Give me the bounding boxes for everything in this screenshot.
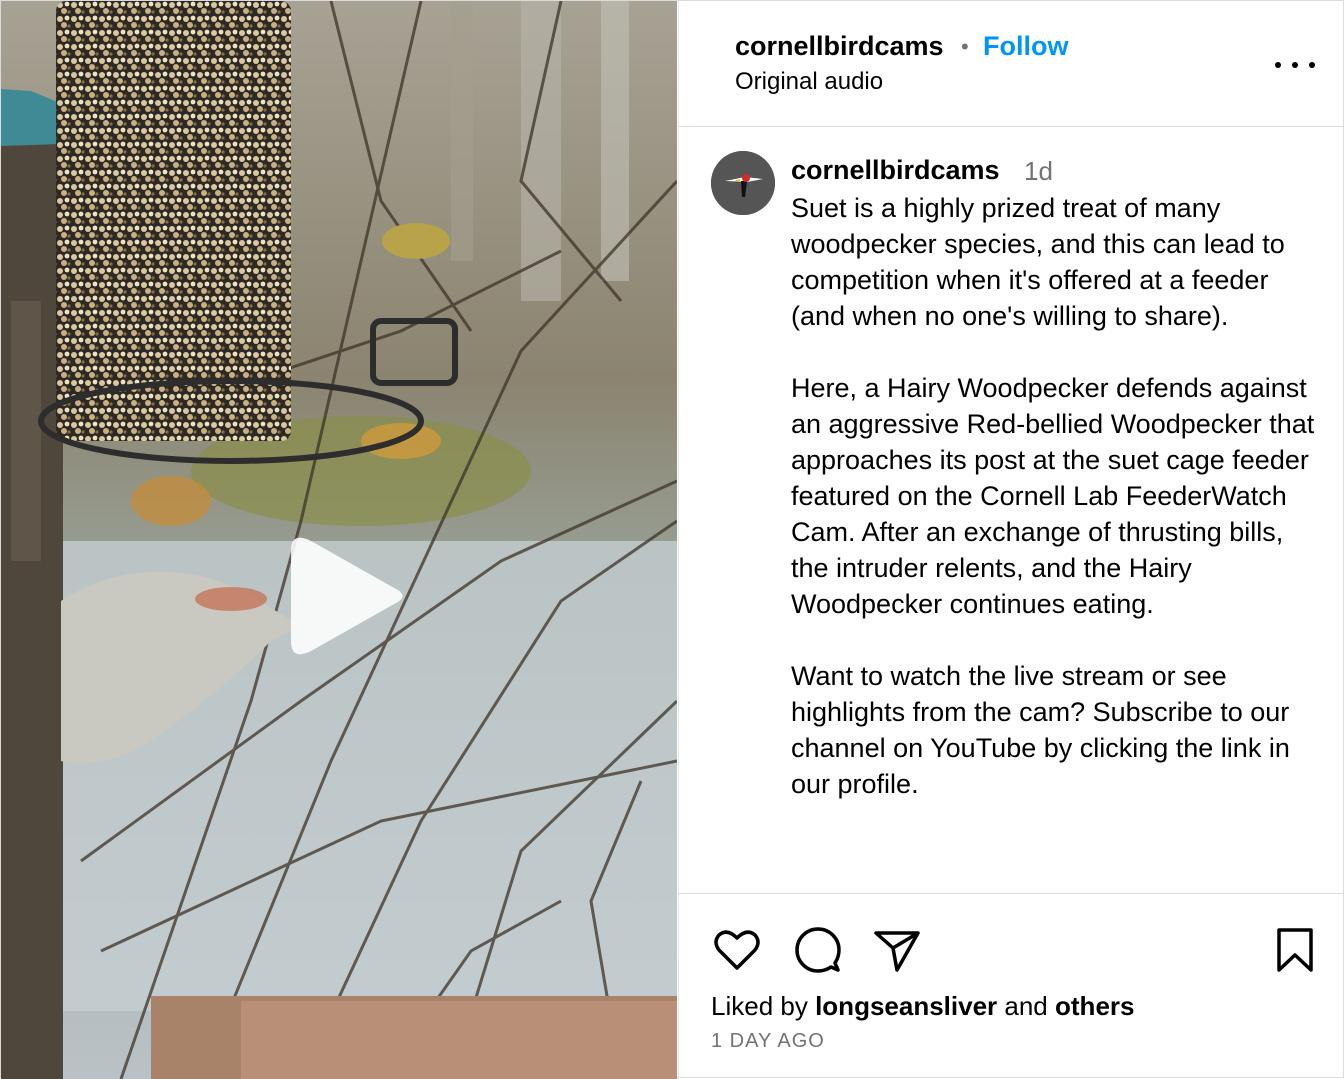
more-horizontal-icon xyxy=(1309,62,1315,68)
share-button[interactable] xyxy=(871,924,923,976)
play-icon xyxy=(291,537,403,655)
post-date[interactable]: 1 DAY AGO xyxy=(711,1030,825,1053)
post-header: cornellbirdcams • Follow Original audio xyxy=(679,1,1344,127)
more-horizontal-icon xyxy=(1292,62,1298,68)
caption-username[interactable]: cornellbirdcams xyxy=(791,155,1000,186)
post-dialog: cornellbirdcams • Follow Original audio xyxy=(0,0,1344,1079)
video-player[interactable] xyxy=(1,1,677,1079)
like-button[interactable] xyxy=(711,924,763,976)
liked-by-user-link[interactable]: longseansliver xyxy=(815,991,997,1021)
liked-by-and: and xyxy=(1004,991,1048,1021)
share-icon xyxy=(874,931,920,972)
likes-summary: Liked by longseansliver and others xyxy=(711,991,1134,1022)
caption-timestamp[interactable]: 1d xyxy=(1024,156,1053,187)
liked-by-others-link[interactable]: others xyxy=(1055,991,1134,1021)
comment-button[interactable] xyxy=(791,924,843,976)
avatar[interactable] xyxy=(711,151,775,215)
more-options-button[interactable] xyxy=(1275,53,1315,77)
comment-icon xyxy=(795,927,841,973)
post-details-panel: cornellbirdcams • Follow Original audio xyxy=(678,1,1344,1079)
header-username[interactable]: cornellbirdcams xyxy=(735,31,944,62)
liked-by-prefix: Liked by xyxy=(711,991,808,1021)
heart-icon xyxy=(714,930,760,970)
woodpecker-logo-icon xyxy=(711,151,775,215)
save-button[interactable] xyxy=(1269,924,1321,976)
caption-paragraph: Suet is a highly prized treat of many wo… xyxy=(791,193,1285,331)
header-separator: • xyxy=(961,34,969,59)
follow-button[interactable]: Follow xyxy=(983,31,1068,62)
audio-label[interactable]: Original audio xyxy=(735,68,883,96)
more-horizontal-icon xyxy=(1275,62,1281,68)
action-bar: Liked by longseansliver and others 1 DAY… xyxy=(679,893,1344,1079)
caption-section: cornellbirdcams 1d Suet is a highly priz… xyxy=(679,128,1344,893)
caption-paragraph: Here, a Hairy Woodpecker defends against… xyxy=(791,373,1315,619)
caption-text: Suet is a highly prized treat of many wo… xyxy=(791,190,1321,802)
play-button[interactable] xyxy=(271,521,421,671)
bookmark-icon xyxy=(1277,928,1313,972)
caption-paragraph: Want to watch the live stream or see hig… xyxy=(791,661,1290,799)
